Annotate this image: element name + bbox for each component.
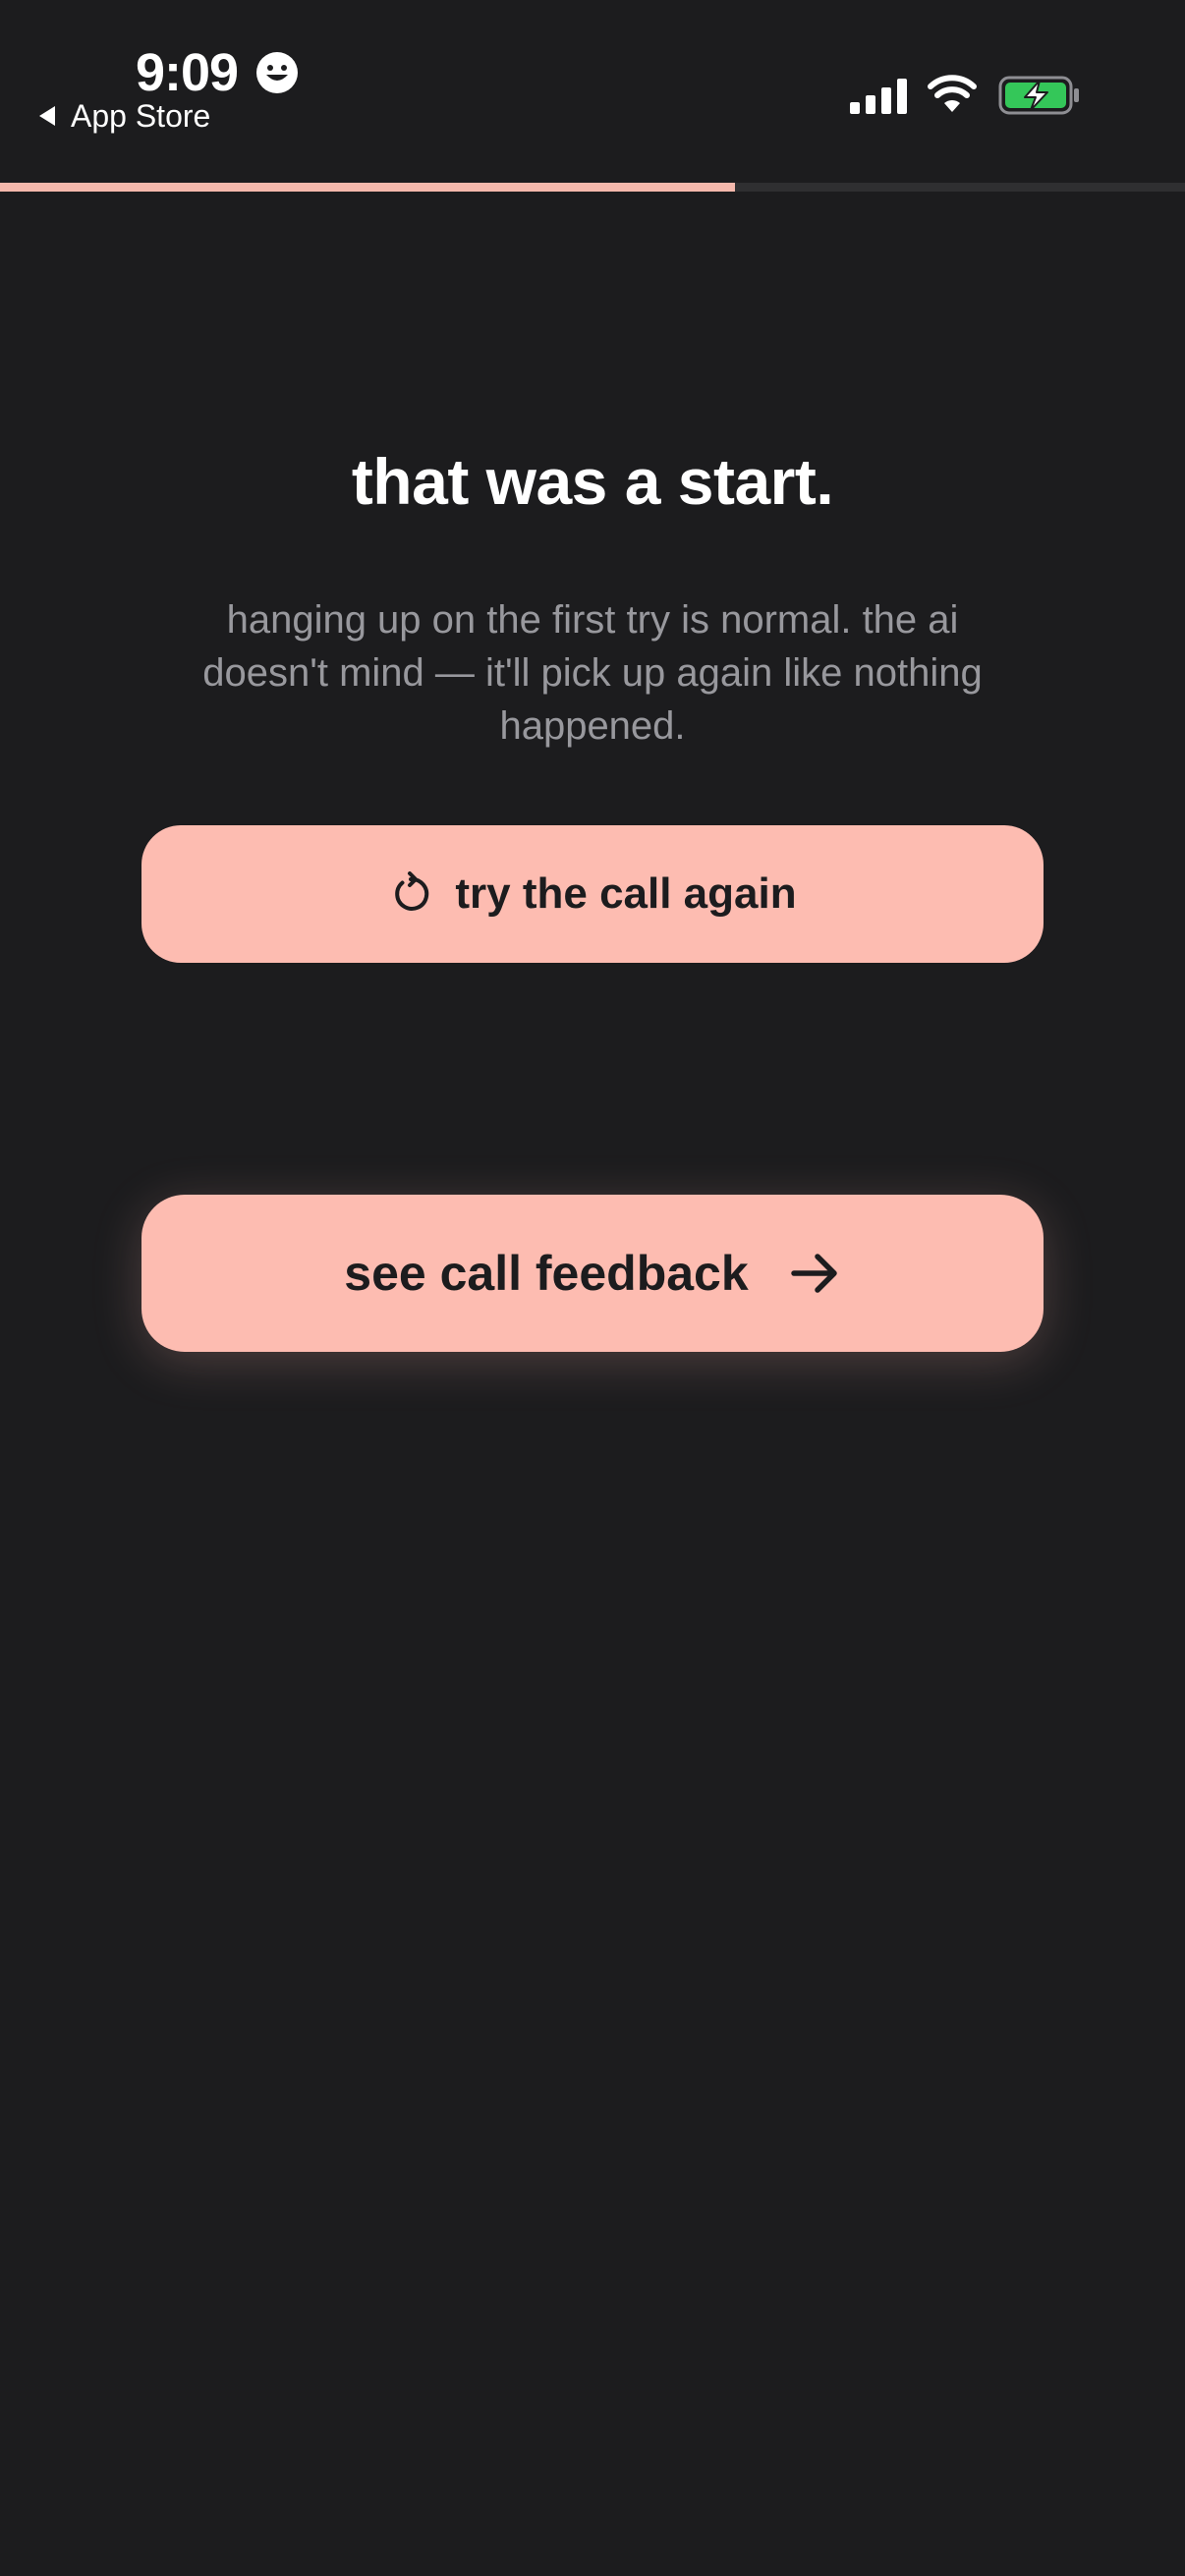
wifi-icon: [928, 75, 977, 112]
page-title: that was a start.: [351, 445, 834, 518]
smiley-icon: [256, 52, 298, 93]
back-triangle-icon: [39, 106, 55, 126]
status-bar: 9:09 App Store: [0, 0, 1185, 177]
back-to-app-store[interactable]: App Store: [35, 96, 210, 136]
try-call-again-label: try the call again: [455, 869, 797, 918]
see-call-feedback-label: see call feedback: [344, 1246, 749, 1301]
arrow-right-icon: [790, 1254, 837, 1293]
cellular-signal-icon: [850, 79, 907, 114]
battery-charging-icon: [998, 76, 1079, 115]
see-call-feedback-button[interactable]: see call feedback: [141, 1195, 1044, 1352]
status-time: 9:09: [136, 43, 239, 102]
progress-bar: [0, 183, 1185, 192]
back-label: App Store: [71, 98, 211, 134]
try-call-again-button[interactable]: try the call again: [141, 825, 1044, 963]
page-subtitle: hanging up on the first try is normal. t…: [202, 598, 983, 748]
retry-icon: [395, 871, 429, 911]
progress-bar-fill: [0, 183, 735, 192]
